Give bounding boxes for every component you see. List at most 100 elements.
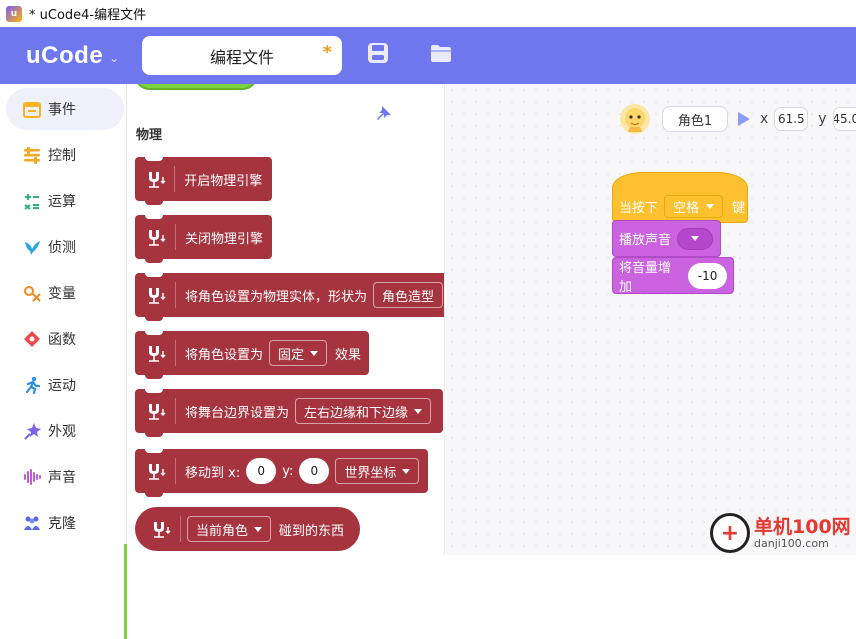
calendar-icon [22, 99, 42, 119]
physics-engine-icon [144, 399, 170, 423]
chevron-down-icon [691, 236, 700, 241]
coordinate-space-dropdown[interactable]: 世界坐标 [335, 458, 420, 484]
physics-engine-icon [144, 225, 170, 249]
sprite-avatar[interactable] [618, 102, 652, 136]
script-workspace[interactable]: 角色1 x 61.5 y 45.00 当按下 空格 键 播放声音 将音量增加 -… [446, 84, 856, 555]
x-coordinate-field[interactable]: 61.5 [774, 107, 809, 131]
category-control[interactable]: 控制 [6, 134, 124, 176]
category-indicator [124, 544, 127, 639]
watermark-logo: + [710, 513, 750, 553]
block-move-to-xy[interactable]: 移动到 x: 0 y: 0 世界坐标 [135, 448, 428, 497]
magic-wand-icon [22, 421, 42, 441]
clone-people-icon [22, 513, 42, 533]
bird-icon [22, 237, 42, 257]
dropdown-value: 空格 [673, 201, 700, 216]
puzzle-icon [22, 329, 42, 349]
category-looks[interactable]: 外观 [6, 410, 124, 452]
y-input[interactable]: 0 [299, 458, 330, 484]
category-sensing[interactable]: 侦测 [6, 226, 124, 268]
partial-block[interactable] [135, 84, 257, 90]
sprite-info-bar: 角色1 x 61.5 y 45.00 [618, 102, 856, 136]
y-coordinate-field[interactable]: 45.00 [832, 107, 856, 131]
block-set-physics-body[interactable]: 将角色设置为物理实体，形状为 角色造型 [135, 272, 444, 321]
chevron-down-icon[interactable]: ⌄ [109, 51, 119, 65]
section-title: 物理 [136, 128, 163, 143]
category-motion[interactable]: 运动 [6, 364, 124, 406]
chevron-down-icon [310, 350, 319, 356]
window-title: * uCode4-编程文件 [29, 8, 147, 23]
dropdown-value: 角色造型 [382, 289, 435, 305]
play-icon[interactable] [738, 112, 750, 126]
block-disable-physics[interactable]: 关闭物理引擎 [135, 214, 272, 263]
physics-engine-icon [149, 517, 175, 541]
key-dropdown[interactable]: 空格 [664, 195, 724, 218]
chevron-down-icon [254, 526, 263, 532]
category-functions[interactable]: 函数 [6, 318, 124, 360]
category-label: 变量 [48, 286, 76, 302]
chevron-down-icon [402, 468, 411, 474]
sound-wave-icon [22, 467, 42, 487]
category-variables[interactable]: 变量 [6, 272, 124, 314]
play-sound-block[interactable]: 播放声音 [612, 220, 721, 257]
app-header: uCode ⌄ 编程文件 * [0, 27, 856, 84]
block-label: 移动到 x: [185, 465, 241, 481]
category-label: 侦测 [48, 240, 76, 256]
block-set-stage-boundary[interactable]: 将舞台边界设置为 左右边缘和下边缘 [135, 388, 443, 437]
block-enable-physics[interactable]: 开启物理引擎 [135, 156, 272, 205]
block-label-suffix: 效果 [335, 347, 362, 363]
sound-dropdown[interactable] [677, 227, 714, 250]
shape-dropdown[interactable]: 角色造型 [373, 282, 444, 308]
x-label: x [760, 111, 769, 127]
category-sidebar: 事件 控制 运算 侦测 变量 函数 运动 外观 声音 克隆 [0, 84, 127, 639]
category-operators[interactable]: 运算 [6, 180, 124, 222]
category-label: 事件 [48, 102, 76, 118]
effect-dropdown[interactable]: 固定 [269, 340, 328, 366]
physics-engine-icon [144, 283, 170, 307]
category-events[interactable]: 事件 [6, 88, 124, 130]
sprite-dropdown[interactable]: 当前角色 [187, 516, 272, 542]
block-set-sprite-effect[interactable]: 将角色设置为 固定 效果 [135, 330, 369, 379]
ucode-logo[interactable]: uCode [26, 42, 103, 70]
block-touching-object-reporter[interactable]: 当前角色 碰到的东西 [135, 507, 360, 551]
variable-icon [22, 283, 42, 303]
watermark-text: 单机100网 [754, 515, 851, 538]
dropdown-value: 固定 [278, 347, 305, 363]
x-input[interactable]: 0 [246, 458, 277, 484]
watermark-url: danji100.com [754, 536, 829, 550]
event-prefix-label: 当按下 [619, 201, 659, 216]
category-label: 控制 [48, 148, 76, 164]
category-label: 函数 [48, 332, 76, 348]
volume-input[interactable]: -10 [688, 262, 727, 289]
physics-engine-icon [144, 459, 170, 483]
running-icon [22, 375, 42, 395]
save-icon[interactable] [366, 41, 390, 65]
category-label: 运算 [48, 194, 76, 210]
event-suffix-label: 键 [732, 201, 746, 216]
dropdown-value: 当前角色 [196, 523, 249, 539]
block-palette: 物理 开启物理引擎 关闭物理引擎 将角色设置为物理实体，形状为 角色造型 将角色… [127, 84, 445, 555]
change-volume-block[interactable]: 将音量增加 -10 [612, 257, 734, 295]
file-name-text: 编程文件 [209, 47, 274, 67]
chevron-down-icon [706, 204, 715, 209]
app-icon: u [6, 5, 22, 22]
block-label: 开启物理引擎 [184, 173, 263, 189]
pin-icon[interactable] [375, 104, 393, 122]
block-label: 将音量增加 [619, 260, 672, 295]
block-label: 播放声音 [619, 233, 672, 248]
category-clone[interactable]: 克隆 [6, 502, 124, 544]
block-label: 将角色设置为 [185, 347, 264, 363]
category-sound[interactable]: 声音 [6, 456, 124, 498]
chevron-down-icon [414, 408, 423, 414]
site-watermark: + 单机100网 danji100.com [710, 513, 851, 553]
folder-icon[interactable] [429, 41, 453, 65]
block-label-y: y: [282, 463, 294, 479]
category-label: 运动 [48, 378, 76, 394]
operators-icon [22, 191, 42, 211]
window-titlebar: u * uCode4-编程文件 [0, 0, 856, 27]
sprite-name-field[interactable]: 角色1 [662, 106, 728, 132]
physics-engine-icon [144, 341, 170, 365]
block-label: 将角色设置为物理实体，形状为 [185, 289, 368, 305]
boundary-dropdown[interactable]: 左右边缘和下边缘 [295, 398, 432, 424]
category-label: 克隆 [48, 516, 76, 532]
file-name-field[interactable]: 编程文件 * [142, 36, 342, 75]
